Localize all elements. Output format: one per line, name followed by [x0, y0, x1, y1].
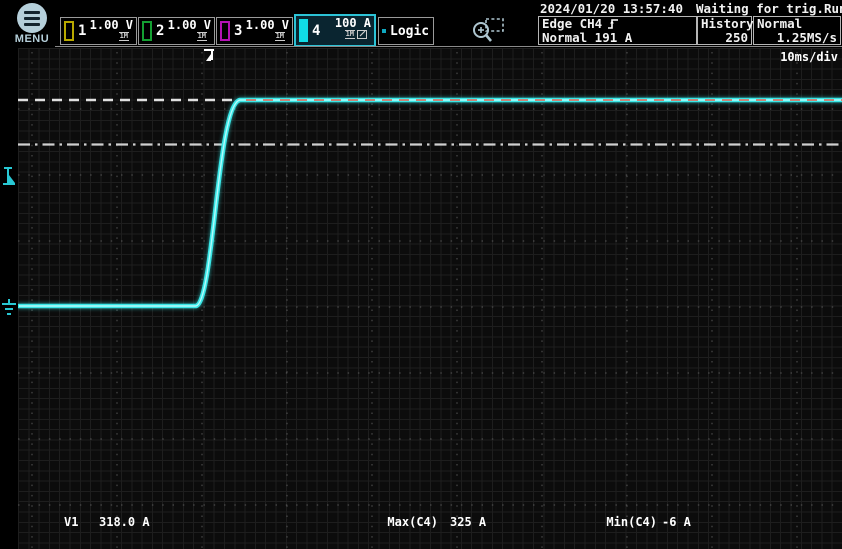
history-label: History	[701, 17, 748, 31]
cursor-v1-readout: V1 318.0 A	[64, 515, 150, 529]
oscilloscope-screen: MENU 1 1.00 V 1M 2 1.00 V 1M 3 1.00 V 1M…	[0, 0, 842, 549]
acquisition-box[interactable]: Normal 1.25MS/s	[753, 16, 841, 45]
stat-min: Min(C4) -6 A	[557, 515, 698, 529]
channel-1-button[interactable]: 1 1.00 V 1M	[60, 17, 137, 45]
trigger-settings-box[interactable]: Edge CH4 Normal 191 A	[538, 16, 697, 45]
channel-4-color-bar	[299, 19, 308, 42]
channel-1-scale: 1.00 V	[90, 19, 133, 31]
run-state-label[interactable]: Running	[824, 1, 842, 16]
channel-2-number: 2	[154, 23, 165, 39]
channel-3-coupling-icon: 1M	[275, 32, 285, 41]
trigger-status-label: Waiting for trig.	[696, 1, 824, 16]
ch4-ground-level-marker[interactable]	[0, 298, 18, 318]
channel-4-coupling-icon: 1M	[345, 30, 355, 39]
ch4-waveform-core	[19, 100, 842, 306]
waveform-plot	[18, 48, 842, 549]
sample-rate-label: 1.25MS/s	[757, 31, 837, 45]
channel-4-number: 4	[310, 23, 321, 39]
stat-max: Max(C4) 325 A	[338, 515, 508, 529]
graticule: 10ms/div	[18, 48, 842, 549]
ch4-waveform-trace	[19, 100, 842, 306]
menu-label: MENU	[8, 33, 56, 45]
history-count: 250	[701, 31, 748, 45]
logic-label: Logic	[388, 24, 433, 39]
trigger-mode-label: Normal 191 A	[542, 31, 693, 45]
channel-2-scale: 1.00 V	[168, 19, 211, 31]
time-per-div-label: 10ms/div	[780, 50, 838, 64]
channel-2-coupling-icon: 1M	[197, 32, 207, 41]
channel-3-color-bar	[220, 21, 230, 41]
channel-2-button[interactable]: 2 1.00 V 1M	[138, 17, 215, 45]
cursor-readout-block: V1 318.0 A V2 249.0 A ΔV 69.0 A	[64, 487, 150, 549]
probe-icon	[357, 30, 367, 39]
topbar-separator	[55, 46, 842, 47]
channel-4-scale: 100 A	[335, 17, 371, 29]
rising-edge-icon	[607, 18, 619, 30]
datetime-label: 2024/01/20 13:57:40	[540, 1, 683, 16]
trigger-source-label: Edge CH4	[542, 17, 602, 31]
zoom-search-icon[interactable]	[470, 16, 508, 44]
channel-1-color-bar	[64, 21, 74, 41]
channel-3-button[interactable]: 3 1.00 V 1M	[216, 17, 293, 45]
menu-icon	[17, 3, 47, 33]
channel-4-button[interactable]: 4 100 A 1M	[294, 14, 376, 47]
menu-button[interactable]: MENU	[8, 2, 56, 45]
channel-1-coupling-icon: 1M	[119, 32, 129, 41]
acquisition-mode-label: Normal	[757, 17, 837, 31]
channel-3-scale: 1.00 V	[246, 19, 289, 31]
channel-3-number: 3	[232, 23, 243, 39]
status-row: 2024/01/20 13:57:40 Waiting for trig. Ru…	[540, 1, 838, 16]
stats-block-right: Min(C4) -6 A -Over(C4) 2.3% Fall(C4) ***…	[557, 487, 698, 549]
trigger-position-marker[interactable]	[204, 50, 214, 61]
logic-color-bar	[382, 29, 386, 33]
channel-2-color-bar	[142, 21, 152, 41]
trigger-level-marker[interactable]	[0, 165, 18, 189]
stats-block-left: Max(C4) 325 A +Over(C4) 2.3% Rise(C4) 2.…	[338, 487, 508, 549]
channel-1-number: 1	[76, 23, 87, 39]
logic-button[interactable]: Logic	[378, 17, 434, 45]
major-grid	[18, 52, 842, 549]
history-box[interactable]: History 250	[697, 16, 752, 45]
